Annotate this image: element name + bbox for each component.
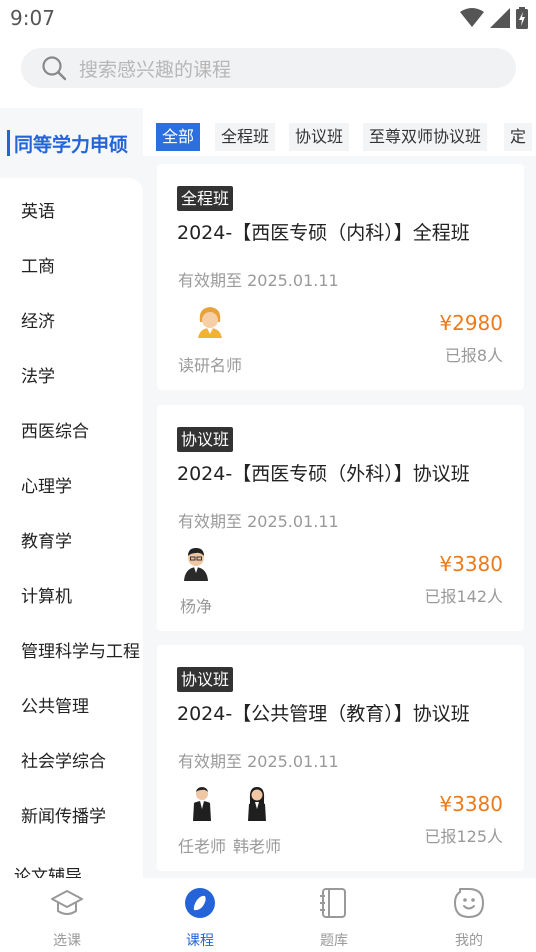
teacher-name: 杨净 bbox=[179, 597, 212, 616]
tab-full-course[interactable]: 全程班 bbox=[215, 123, 276, 151]
class-type-badge: 协议班 bbox=[177, 427, 234, 452]
smiley-icon bbox=[454, 888, 484, 918]
teacher-name: 韩老师 bbox=[233, 837, 282, 856]
nav-item-question-bank[interactable]: 题库 bbox=[294, 886, 374, 950]
status-time: 9:07 bbox=[10, 6, 55, 30]
teacher: 任老师 bbox=[178, 785, 226, 857]
course-title: 2024-【公共管理（教育）】协议班 bbox=[177, 703, 470, 725]
tab-more[interactable]: 定 bbox=[504, 123, 533, 151]
sidebar-item[interactable]: 英语 bbox=[21, 197, 55, 222]
bottom-nav: 选课 课程 题库 我的 bbox=[0, 878, 536, 952]
sidebar-item-active[interactable]: 同等学力申硕 bbox=[0, 108, 143, 178]
tab-agreement[interactable]: 协议班 bbox=[289, 123, 350, 151]
class-type-badge: 全程班 bbox=[177, 186, 234, 211]
course-title: 2024-【西医专硕（外科）】协议班 bbox=[177, 463, 470, 485]
compass-icon bbox=[185, 888, 215, 918]
teacher-name: 读研名师 bbox=[178, 356, 243, 375]
sidebar-item[interactable]: 经济 bbox=[21, 307, 55, 332]
validity-text: 有效期至 2025.01.11 bbox=[178, 512, 339, 531]
teacher-avatar bbox=[184, 548, 208, 581]
nav-label: 选课 bbox=[53, 933, 81, 949]
sidebar-item[interactable]: 公共管理 bbox=[21, 692, 89, 717]
nav-item-profile[interactable]: 我的 bbox=[429, 886, 509, 950]
price: ¥3380 bbox=[439, 552, 503, 576]
tab-premium-agreement[interactable]: 至尊双师协议班 bbox=[363, 123, 488, 151]
tab-all[interactable]: 全部 bbox=[156, 123, 201, 151]
teacher-avatar bbox=[248, 787, 266, 821]
sidebar-item[interactable]: 社会学综合 bbox=[21, 747, 106, 772]
nav-item-courses[interactable]: 课程 bbox=[160, 886, 240, 950]
course-title: 2024-【西医专硕（内科）】全程班 bbox=[177, 222, 470, 244]
search-input[interactable]: 搜索感兴趣的课程 bbox=[79, 55, 231, 82]
class-type-badge: 协议班 bbox=[177, 667, 234, 692]
sidebar-item[interactable]: 管理科学与工程 bbox=[21, 637, 140, 662]
sidebar-item[interactable]: 西医综合 bbox=[21, 417, 89, 442]
course-card[interactable]: 协议班 2024-【公共管理（教育）】协议班 有效期至 2025.01.11 任… bbox=[157, 645, 524, 871]
validity-text: 有效期至 2025.01.11 bbox=[178, 752, 339, 771]
nav-label: 我的 bbox=[455, 933, 483, 949]
teacher-avatar bbox=[193, 787, 211, 821]
sidebar-list: 英语 工商 经济 法学 西医综合 心理学 教育学 计算机 管理科学与工程 公共管… bbox=[0, 178, 143, 878]
sidebar-item[interactable]: 心理学 bbox=[21, 472, 72, 497]
sidebar-item[interactable]: 新闻传播学 bbox=[21, 802, 106, 827]
active-indicator bbox=[7, 130, 10, 156]
nav-item-select-course[interactable]: 选课 bbox=[27, 886, 107, 950]
teacher: 杨净 bbox=[178, 545, 214, 617]
battery-icon bbox=[516, 7, 528, 29]
enrolled-count: 已报142人 bbox=[424, 587, 503, 606]
wifi-icon bbox=[460, 8, 484, 27]
teacher: 读研名师 bbox=[178, 304, 242, 376]
teacher-name: 任老师 bbox=[178, 837, 227, 856]
price: ¥3380 bbox=[439, 792, 503, 816]
signal-icon bbox=[490, 8, 510, 28]
sidebar-item[interactable]: 论文辅导 bbox=[14, 862, 82, 878]
category-sidebar: 同等学力申硕 英语 工商 经济 法学 西医综合 心理学 教育学 计算机 管理科学… bbox=[0, 108, 143, 878]
validity-text: 有效期至 2025.01.11 bbox=[178, 271, 339, 290]
sidebar-active-label: 同等学力申硕 bbox=[14, 134, 129, 156]
price: ¥2980 bbox=[439, 311, 503, 335]
notebook-icon bbox=[320, 888, 346, 918]
sidebar-item[interactable]: 法学 bbox=[21, 362, 55, 387]
search-bar[interactable]: 搜索感兴趣的课程 bbox=[21, 48, 516, 88]
nav-label: 课程 bbox=[186, 933, 214, 949]
status-icons bbox=[460, 7, 528, 29]
course-card[interactable]: 协议班 2024-【西医专硕（外科）】协议班 有效期至 2025.01.11 杨… bbox=[157, 405, 524, 631]
sidebar-item[interactable]: 计算机 bbox=[21, 582, 72, 607]
enrolled-count: 已报8人 bbox=[444, 346, 503, 365]
sidebar-item[interactable]: 教育学 bbox=[21, 527, 72, 552]
course-card[interactable]: 全程班 2024-【西医专硕（内科）】全程班 有效期至 2025.01.11 读… bbox=[157, 164, 524, 390]
enrolled-count: 已报125人 bbox=[424, 827, 503, 846]
teacher: 韩老师 bbox=[233, 785, 281, 857]
sidebar-item[interactable]: 工商 bbox=[21, 252, 55, 277]
graduation-cap-icon bbox=[51, 890, 83, 915]
teacher-avatar bbox=[198, 307, 222, 338]
status-bar: 9:07 bbox=[0, 0, 536, 36]
nav-label: 题库 bbox=[320, 933, 348, 949]
class-type-tabs: 全部 全程班 协议班 至尊双师协议班 定 bbox=[156, 123, 536, 153]
search-icon bbox=[42, 56, 67, 81]
